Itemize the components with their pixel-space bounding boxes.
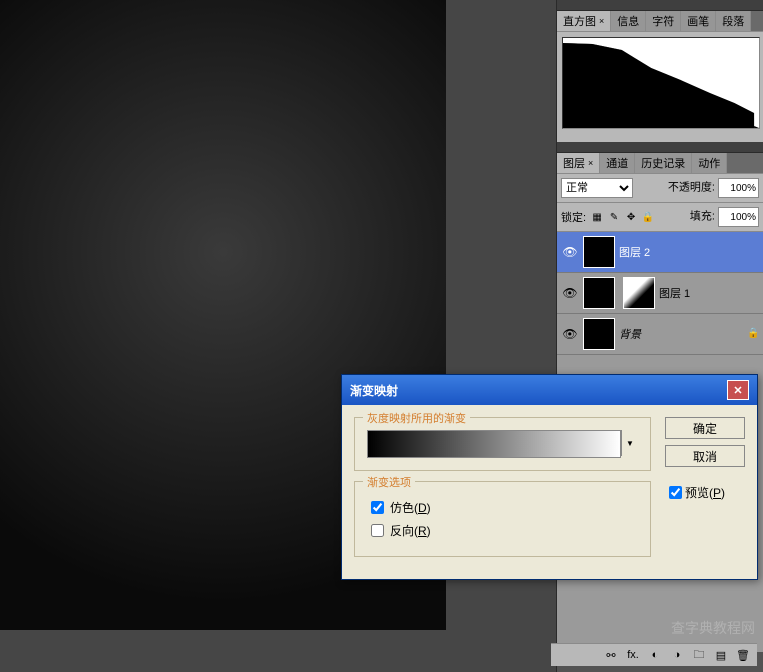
- close-icon[interactable]: ×: [599, 16, 604, 26]
- reverse-option: 反向(R): [367, 521, 638, 540]
- histogram-body: [557, 32, 763, 142]
- layer-name[interactable]: 背景: [619, 326, 747, 342]
- gradient-dropdown-button[interactable]: ▼: [621, 430, 638, 456]
- histogram-tabs: 直方图× 信息 字符 画笔 段落: [557, 11, 763, 32]
- gradient-preview[interactable]: [367, 430, 621, 458]
- layers-tabs: 图层× 通道 历史记录 动作: [557, 153, 763, 174]
- preview-option: 预览(P): [665, 483, 745, 502]
- tab-histogram[interactable]: 直方图×: [557, 11, 611, 31]
- layer-thumbnail[interactable]: [583, 318, 615, 350]
- layer-thumbnail[interactable]: [583, 277, 615, 309]
- options-group-legend: 渐变选项: [363, 474, 415, 490]
- opacity-label: 不透明度:: [668, 182, 715, 194]
- layers-footer: ⚯ fx. ◐ ◑ 🗀 ▤ 🗑: [551, 643, 757, 666]
- gradient-group-legend: 灰度映射所用的渐变: [363, 410, 470, 426]
- tab-layers[interactable]: 图层×: [557, 153, 600, 173]
- layer-name[interactable]: 图层 1: [659, 285, 759, 301]
- tab-actions[interactable]: 动作: [692, 153, 727, 173]
- fill-input[interactable]: [718, 207, 759, 227]
- preview-checkbox[interactable]: [669, 486, 682, 499]
- reverse-checkbox[interactable]: [371, 524, 384, 537]
- layer-row[interactable]: 👁 图层 1: [557, 273, 763, 314]
- tab-paragraph[interactable]: 段落: [716, 11, 751, 31]
- opacity-input[interactable]: [718, 178, 759, 198]
- adjustment-icon[interactable]: ◑: [669, 647, 685, 663]
- panel-grip[interactable]: [557, 0, 763, 11]
- tab-character[interactable]: 字符: [646, 11, 681, 31]
- gradient-map-dialog: 渐变映射 ✕ 灰度映射所用的渐变 ▼ 渐变选项 仿色(D) 反向(R): [341, 374, 758, 580]
- tab-brush[interactable]: 画笔: [681, 11, 716, 31]
- reverse-label: 反向(R): [390, 522, 431, 539]
- mask-icon[interactable]: ◐: [647, 647, 663, 663]
- tab-channels[interactable]: 通道: [600, 153, 635, 173]
- link-icon[interactable]: ⚯: [603, 647, 619, 663]
- layer-thumbnail[interactable]: [583, 236, 615, 268]
- fill-label: 填充:: [690, 211, 715, 223]
- lock-position-icon[interactable]: ✥: [624, 210, 638, 224]
- preview-label: 预览(P): [685, 484, 725, 501]
- gradient-options-group: 渐变选项 仿色(D) 反向(R): [354, 481, 651, 557]
- fx-icon[interactable]: fx.: [625, 647, 641, 663]
- lock-all-icon[interactable]: 🔒: [641, 210, 655, 224]
- layer-row[interactable]: 👁 图层 2: [557, 232, 763, 273]
- layer-name[interactable]: 图层 2: [619, 244, 759, 260]
- visibility-eye-icon[interactable]: 👁: [562, 327, 577, 341]
- dialog-title-text: 渐变映射: [350, 382, 398, 399]
- new-layer-icon[interactable]: ▤: [713, 647, 729, 663]
- watermark-text: 查字典教程网: [671, 618, 755, 638]
- lock-pixels-icon[interactable]: ✎: [607, 210, 621, 224]
- dialog-close-button[interactable]: ✕: [727, 380, 749, 400]
- trash-icon[interactable]: 🗑: [735, 647, 751, 663]
- lock-icon: 🔒: [747, 328, 759, 340]
- visibility-eye-icon[interactable]: 👁: [562, 245, 577, 259]
- lock-transparency-icon[interactable]: ▦: [590, 210, 604, 224]
- tab-history[interactable]: 历史记录: [635, 153, 692, 173]
- panel-grip[interactable]: [557, 142, 763, 153]
- layer-options-row1: 正常 不透明度:: [557, 174, 763, 203]
- dither-option: 仿色(D): [367, 498, 638, 517]
- tab-info[interactable]: 信息: [611, 11, 646, 31]
- layer-options-row2: 锁定: ▦ ✎ ✥ 🔒 填充:: [557, 203, 763, 232]
- close-icon[interactable]: ×: [588, 158, 593, 168]
- dialog-body: 灰度映射所用的渐变 ▼ 渐变选项 仿色(D) 反向(R) 确定: [342, 405, 757, 579]
- dither-label: 仿色(D): [390, 499, 431, 516]
- histogram-chart: [562, 37, 760, 129]
- layer-row[interactable]: 👁 背景 🔒: [557, 314, 763, 355]
- blend-mode-select[interactable]: 正常: [561, 178, 633, 198]
- ok-button[interactable]: 确定: [665, 417, 745, 439]
- gradient-group: 灰度映射所用的渐变 ▼: [354, 417, 651, 471]
- visibility-eye-icon[interactable]: 👁: [562, 286, 577, 300]
- dialog-titlebar[interactable]: 渐变映射 ✕: [342, 375, 757, 405]
- layer-mask-thumbnail[interactable]: [623, 277, 655, 309]
- dither-checkbox[interactable]: [371, 501, 384, 514]
- folder-icon[interactable]: 🗀: [691, 647, 707, 663]
- cancel-button[interactable]: 取消: [665, 445, 745, 467]
- lock-label: 锁定:: [561, 209, 586, 225]
